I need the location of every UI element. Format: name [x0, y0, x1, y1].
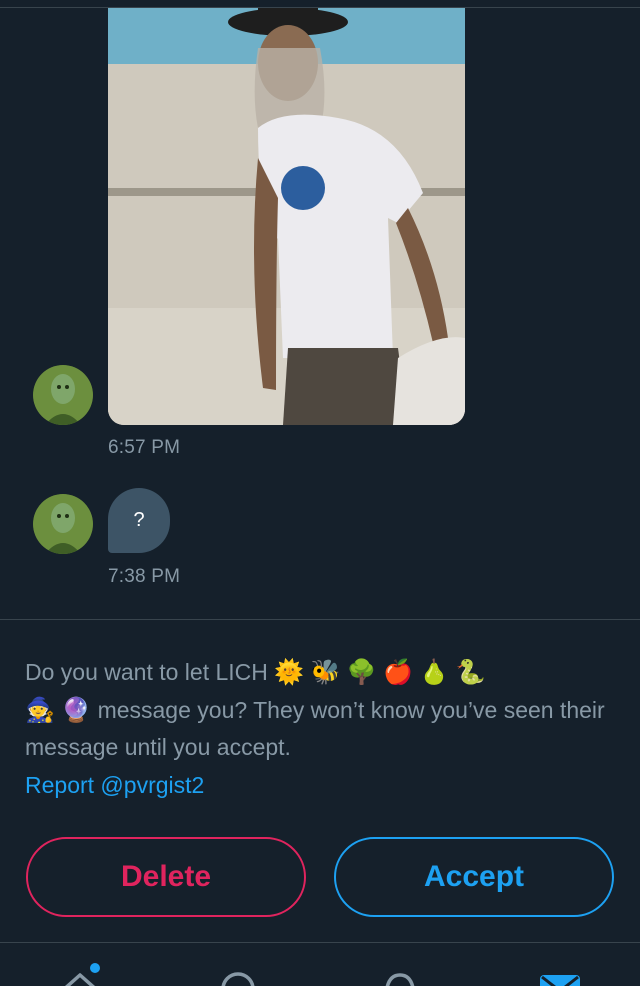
request-text-suffix: message you? They won’t know you’ve seen…: [25, 696, 605, 761]
tab-notifications[interactable]: [380, 969, 420, 986]
message-bubble[interactable]: ?: [108, 488, 170, 553]
bee-emoji: 🐝: [310, 658, 341, 686]
sender-avatar[interactable]: [33, 494, 93, 554]
crystal-ball-emoji: 🔮: [61, 695, 92, 724]
sun-emoji: 🌞: [274, 658, 305, 686]
accept-button[interactable]: Accept: [334, 837, 614, 917]
home-notification-dot: [90, 963, 100, 973]
message-timestamp: 7:38 PM: [108, 566, 181, 587]
message-request-prompt: Do you want to let LICH 🌞 🐝 🌳 🍎 🍐 🐍 🧙 🔮 …: [25, 654, 615, 804]
report-link[interactable]: Report @pvrgist2: [25, 767, 615, 805]
search-icon: [221, 972, 255, 986]
photo-image: [108, 8, 465, 425]
pear-emoji: 🍐: [419, 658, 450, 686]
snake-emoji: 🐍: [455, 658, 486, 686]
bottom-tab-bar: [0, 942, 640, 986]
avatar-image: [33, 365, 93, 425]
message-timestamp: 6:57 PM: [108, 437, 181, 458]
notifications-icon: [385, 973, 415, 986]
tab-messages[interactable]: [538, 969, 582, 986]
messages-icon: [540, 975, 580, 986]
tree-emoji: 🌳: [346, 658, 377, 686]
mage-emoji: 🧙: [25, 695, 55, 724]
section-divider: [0, 619, 640, 620]
avatar-image: [33, 494, 93, 554]
top-divider: [0, 0, 640, 8]
tab-search[interactable]: [218, 969, 258, 986]
request-text-prefix: Do you want to let LICH: [25, 659, 268, 685]
message-photo[interactable]: [108, 8, 465, 425]
message-text: ?: [133, 509, 145, 531]
sender-avatar[interactable]: [33, 365, 93, 425]
accept-button-label: Accept: [423, 860, 525, 893]
delete-button-label: Delete: [120, 860, 212, 893]
delete-button[interactable]: Delete: [26, 837, 306, 917]
apple-emoji: 🍎: [383, 658, 414, 686]
